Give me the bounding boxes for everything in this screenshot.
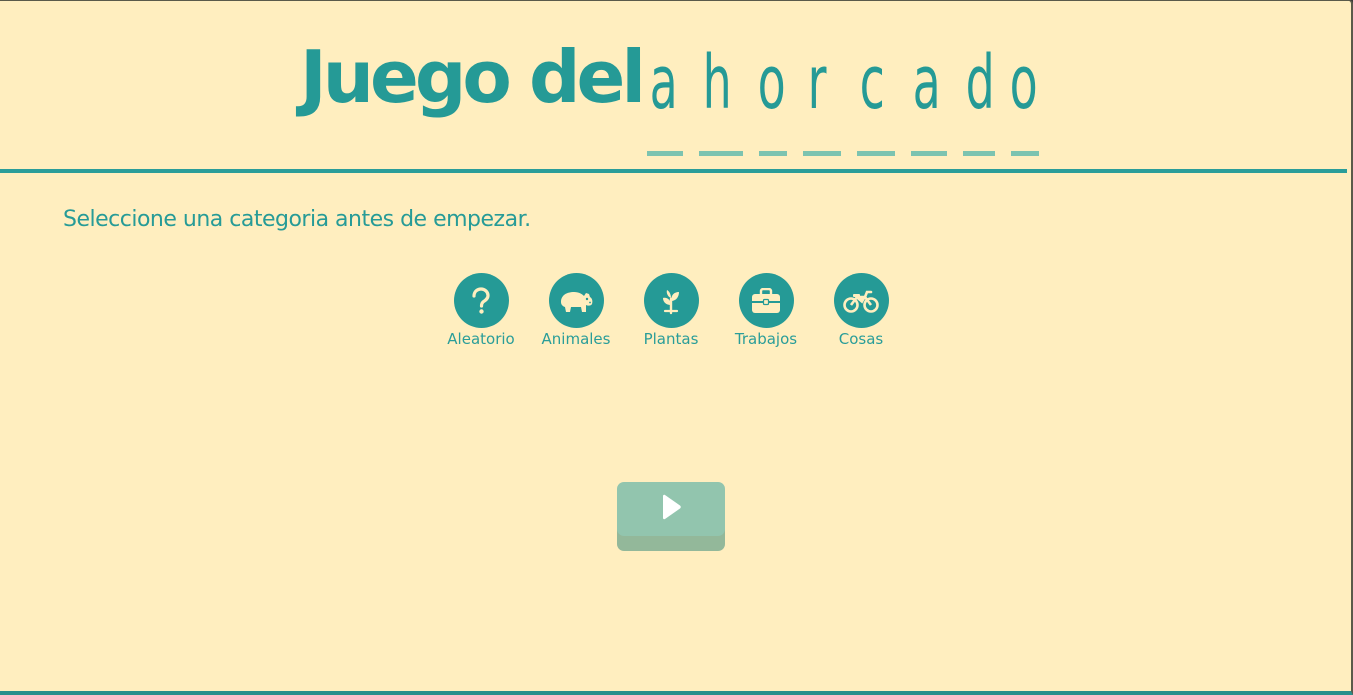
question-icon[interactable] — [453, 273, 509, 328]
play-button-wrapper — [617, 482, 725, 551]
title-letter: o — [1009, 40, 1038, 126]
title-letter: d — [965, 40, 995, 126]
title-letter: h — [702, 40, 732, 126]
letter-dash — [803, 151, 841, 156]
title-letter: c — [859, 40, 885, 126]
letter-dash — [699, 151, 743, 156]
letter-dash — [647, 151, 683, 156]
category-animales[interactable]: Animales — [531, 273, 621, 348]
category-cosas[interactable]: Cosas — [816, 273, 906, 348]
letter-dash — [1011, 151, 1039, 156]
play-icon — [660, 494, 682, 524]
hippo-icon[interactable] — [548, 273, 604, 328]
letter-dash — [857, 151, 895, 156]
category-prompt: Seleccione una categoria antes de empeza… — [63, 207, 531, 232]
title-letter: a — [649, 40, 678, 126]
category-aleatorio[interactable]: Aleatorio — [436, 273, 526, 348]
category-label: Aleatorio — [447, 330, 515, 348]
motorcycle-icon[interactable] — [833, 273, 889, 328]
category-label: Trabajos — [734, 330, 798, 348]
letter-dash — [759, 151, 787, 156]
category-label: Cosas — [838, 330, 884, 348]
seedling-icon[interactable] — [643, 273, 699, 328]
category-label: Plantas — [643, 330, 699, 348]
game-page: Juego del a h o r c a d o Seleccione una… — [0, 0, 1353, 695]
title-letter: o — [757, 40, 786, 126]
title-hangman-word: a h o r c a d o — [645, 41, 1045, 161]
title-prefix: Juego del — [300, 35, 646, 119]
title-letter: r — [807, 40, 827, 126]
category-label: Animales — [541, 330, 611, 348]
play-button[interactable] — [617, 482, 725, 536]
title-letter: a — [912, 40, 941, 126]
category-plantas[interactable]: Plantas — [626, 273, 716, 348]
category-trabajos[interactable]: Trabajos — [721, 273, 811, 348]
letter-dash — [963, 151, 995, 156]
briefcase-icon[interactable] — [738, 273, 794, 328]
letter-dash — [911, 151, 947, 156]
header: Juego del a h o r c a d o — [0, 1, 1347, 173]
